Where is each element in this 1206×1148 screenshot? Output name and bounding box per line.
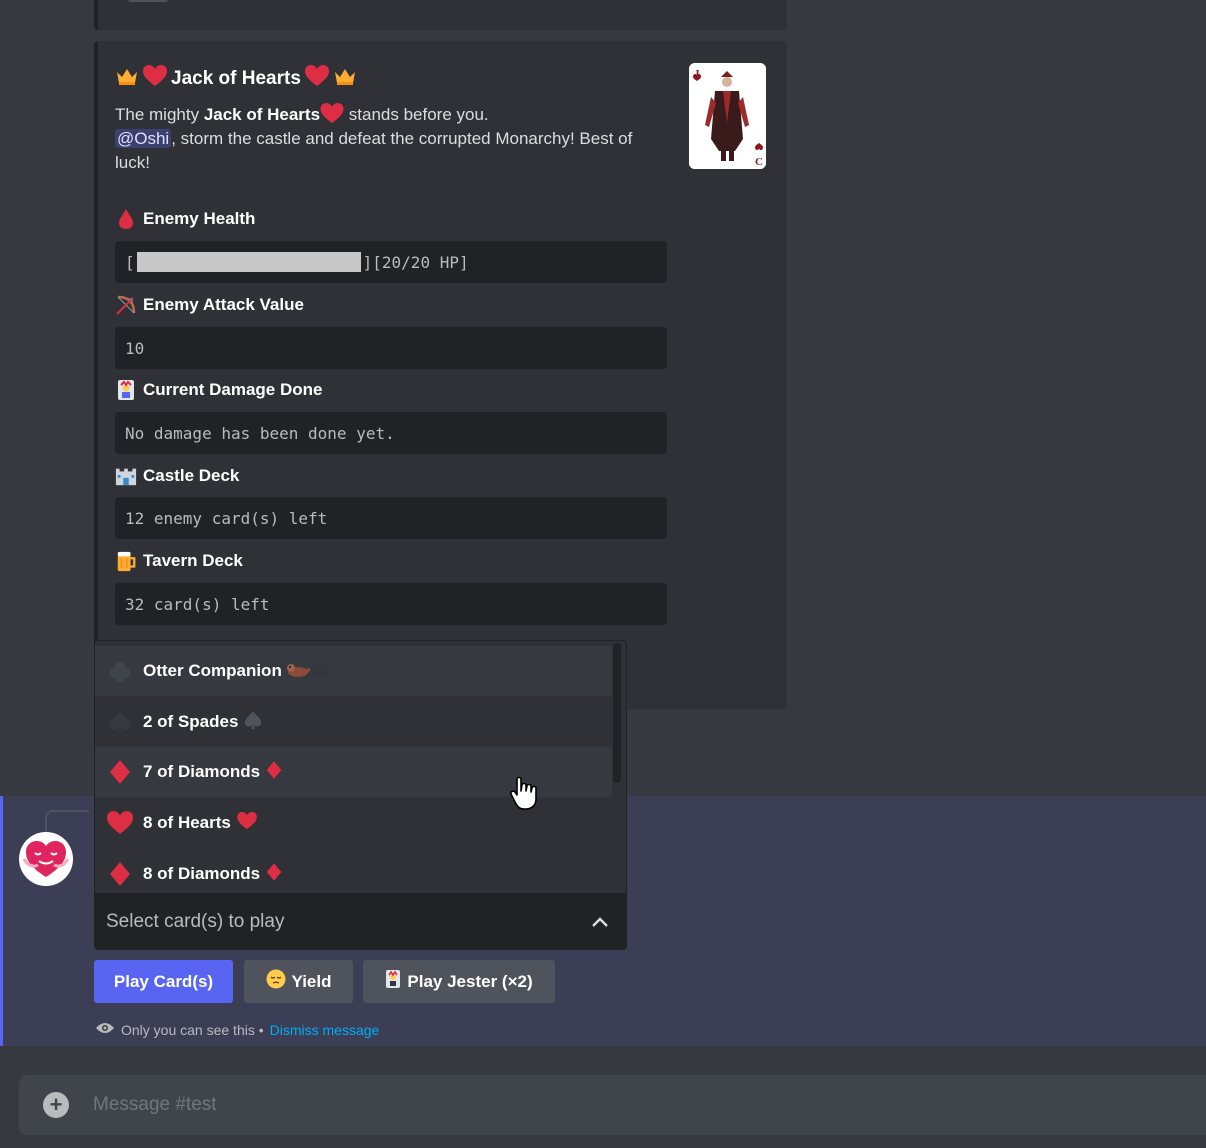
crown-icon	[333, 66, 357, 92]
club-icon	[310, 659, 330, 684]
pensive-face-icon	[266, 969, 286, 994]
enemy-health-value: [][20/20 HP]	[115, 241, 667, 283]
bow-and-arrow-icon	[115, 294, 137, 316]
spade-icon	[107, 710, 133, 734]
previous-embed	[94, 0, 787, 30]
health-bar	[136, 252, 361, 272]
field-current-damage: Current Damage Done	[115, 379, 322, 401]
game-embed: Jack of Hearts The mighty Jack of Hearts…	[94, 41, 787, 709]
select-placeholder: Select card(s) to play	[106, 910, 285, 932]
field-castle-deck: Castle Deck	[115, 465, 239, 487]
club-icon	[107, 659, 133, 683]
joker-card-icon	[115, 379, 137, 401]
chevron-up-icon	[591, 913, 609, 935]
scrollbar-thumb[interactable]	[613, 643, 621, 783]
card-select[interactable]: Select card(s) to play	[94, 893, 627, 950]
bot-avatar[interactable]	[19, 832, 73, 886]
diamond-icon	[266, 760, 282, 785]
heart-icon	[304, 65, 329, 93]
diamond-icon	[266, 862, 282, 887]
svg-text:C: C	[755, 156, 763, 168]
field-tavern-deck: Tavern Deck	[115, 550, 243, 572]
add-attachment-icon[interactable]: +	[43, 1092, 69, 1118]
play-cards-button[interactable]: Play Card(s)	[94, 960, 233, 1003]
joker-card-icon	[385, 969, 401, 994]
field-enemy-attack: Enemy Attack Value	[115, 294, 304, 316]
heart-icon	[107, 811, 133, 835]
heart-icon	[237, 811, 257, 835]
current-damage-value: No damage has been done yet.	[115, 412, 667, 454]
tavern-deck-value: 32 card(s) left	[115, 583, 667, 625]
ephemeral-note: Only you can see this • Dismiss message	[95, 1021, 379, 1038]
heart-icon	[320, 103, 344, 124]
message-composer: +	[19, 1075, 1206, 1135]
castle-deck-value: 12 enemy card(s) left	[115, 497, 667, 539]
embed-title: Jack of Hearts	[115, 65, 357, 93]
field-enemy-health: Enemy Health	[115, 208, 255, 230]
user-mention[interactable]: @Oshi	[115, 129, 172, 148]
embed-title-text: Jack of Hearts	[171, 68, 301, 89]
dropdown-scrollbar[interactable]	[611, 643, 623, 783]
option-8-of-diamonds[interactable]: 8 of Diamonds	[95, 849, 612, 894]
option-otter-companion[interactable]: Otter Companion	[95, 646, 612, 696]
beer-mug-icon	[115, 550, 137, 572]
previous-embed-text	[128, 0, 168, 2]
otter-icon	[286, 659, 311, 684]
hand-cursor-icon	[509, 775, 541, 816]
message-input[interactable]	[93, 1087, 1093, 1123]
diamond-icon	[107, 759, 133, 785]
option-2-of-spades[interactable]: 2 of Spades	[95, 697, 612, 747]
enemy-name: Jack of Hearts	[203, 105, 321, 124]
castle-icon	[115, 465, 137, 487]
embed-description: The mighty Jack of Hearts stands before …	[115, 103, 633, 172]
heart-icon	[143, 65, 167, 93]
yield-button[interactable]: Yield	[244, 960, 353, 1003]
eye-icon	[95, 1021, 115, 1038]
enemy-attack-value: 10	[115, 327, 667, 369]
crown-icon	[115, 66, 139, 92]
reply-spine	[45, 810, 89, 832]
play-jester-button[interactable]: Play Jester (×2)	[363, 960, 555, 1003]
card-select-menu[interactable]: Otter Companion 2 of Spades 7 of Diamond…	[94, 640, 627, 894]
dismiss-message-link[interactable]: Dismiss message	[270, 1022, 380, 1038]
spade-icon	[244, 710, 262, 735]
card-thumbnail[interactable]: J C	[689, 63, 766, 169]
blood-drop-icon	[115, 208, 137, 230]
diamond-icon	[107, 861, 133, 887]
